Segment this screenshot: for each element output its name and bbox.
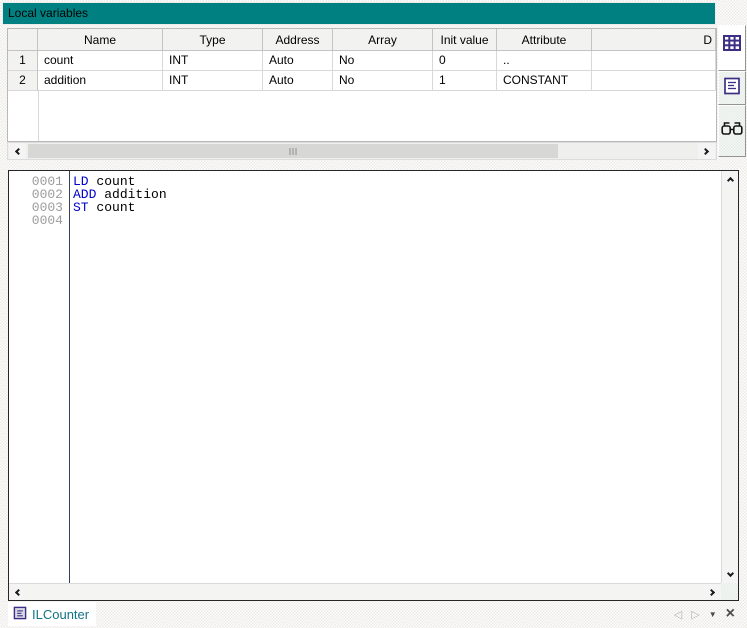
table-row: 1 count INT Auto No 0 .. (8, 51, 716, 71)
chevron-left-icon (15, 147, 22, 154)
il-pou-icon (13, 606, 27, 623)
scroll-right-button[interactable] (698, 143, 715, 159)
row-number-cell[interactable]: 1 (8, 51, 38, 71)
chevron-left-icon (15, 588, 22, 595)
search-button[interactable] (718, 105, 746, 157)
column-header-documentation: D (592, 29, 716, 51)
close-tab-button[interactable]: × (726, 607, 735, 621)
gutter-separator (69, 171, 70, 583)
cell-documentation[interactable] (592, 71, 716, 91)
cell-attribute[interactable]: .. (497, 51, 592, 71)
column-header-type: Type (163, 29, 263, 51)
column-header-init-value: Init value (433, 29, 497, 51)
h-scrollbar-thumb[interactable] (28, 144, 558, 158)
row-number-cell[interactable]: 2 (8, 71, 38, 91)
chevron-up-icon (726, 177, 733, 184)
scroll-down-button[interactable] (722, 566, 738, 583)
code-line: 0003ST count (9, 201, 721, 214)
table-grid-icon (722, 33, 742, 58)
cell-documentation[interactable] (592, 51, 716, 71)
cell-address[interactable]: Auto (263, 71, 333, 91)
cell-name[interactable]: addition (38, 71, 163, 91)
scroll-left-button[interactable] (9, 143, 26, 159)
table-header-row: Name Type Address Array Init value Attri… (8, 29, 716, 51)
next-tab-button[interactable]: ▷ (691, 608, 699, 621)
column-header-rownum (8, 29, 38, 51)
cell-type[interactable]: INT (163, 71, 263, 91)
column-header-attribute: Attribute (497, 29, 592, 51)
cell-init-value[interactable]: 0 (433, 51, 497, 71)
cell-name[interactable]: count (38, 51, 163, 71)
tab-ilcounter[interactable]: ILCounter (8, 602, 96, 626)
line-number: 0004 (9, 214, 69, 227)
grid-line (38, 91, 39, 141)
text-document-icon (722, 76, 742, 101)
cell-array[interactable]: No (333, 51, 433, 71)
panel-titlebar: Local variables (2, 2, 716, 25)
tab-list-dropdown-button[interactable]: ▼ (709, 610, 717, 619)
scrollbar-corner (721, 583, 738, 600)
table-row: 2 addition INT Auto No 1 CONSTANT (8, 71, 716, 91)
variables-table: Name Type Address Array Init value Attri… (7, 28, 717, 142)
column-header-address: Address (263, 29, 333, 51)
code-text-area[interactable]: 0001LD count 0002ADD addition 0003ST cou… (9, 171, 721, 583)
il-text-view-button[interactable] (718, 71, 746, 105)
binoculars-icon (721, 120, 743, 142)
variable-grid-view-button[interactable] (718, 25, 746, 71)
cell-array[interactable]: No (333, 71, 433, 91)
tab-navigation-controls: ◁ ▷ ▼ × (674, 603, 735, 625)
column-header-name: Name (38, 29, 163, 51)
cell-init-value[interactable]: 1 (433, 71, 497, 91)
tab-label: ILCounter (32, 607, 89, 622)
prev-tab-button[interactable]: ◁ (674, 608, 682, 621)
thumb-grip-icon (290, 148, 297, 155)
scroll-right-button[interactable] (704, 584, 721, 600)
scroll-left-button[interactable] (9, 584, 26, 600)
chevron-right-icon (702, 147, 709, 154)
scroll-up-button[interactable] (722, 171, 738, 188)
cell-attribute[interactable]: CONSTANT (497, 71, 592, 91)
column-header-array: Array (333, 29, 433, 51)
il-code-editor: 0001LD count 0002ADD addition 0003ST cou… (8, 170, 739, 601)
il-operand: count (96, 200, 135, 215)
editor-h-scrollbar[interactable] (9, 583, 721, 600)
cell-address[interactable]: Auto (263, 51, 333, 71)
chevron-right-icon (708, 588, 715, 595)
code-line: 0004 (9, 214, 721, 227)
panel-title: Local variables (8, 6, 88, 20)
table-empty-area (8, 91, 716, 141)
editor-v-scrollbar[interactable] (721, 171, 738, 583)
chevron-down-icon (726, 570, 733, 577)
cell-type[interactable]: INT (163, 51, 263, 71)
table-h-scrollbar[interactable] (7, 142, 717, 160)
